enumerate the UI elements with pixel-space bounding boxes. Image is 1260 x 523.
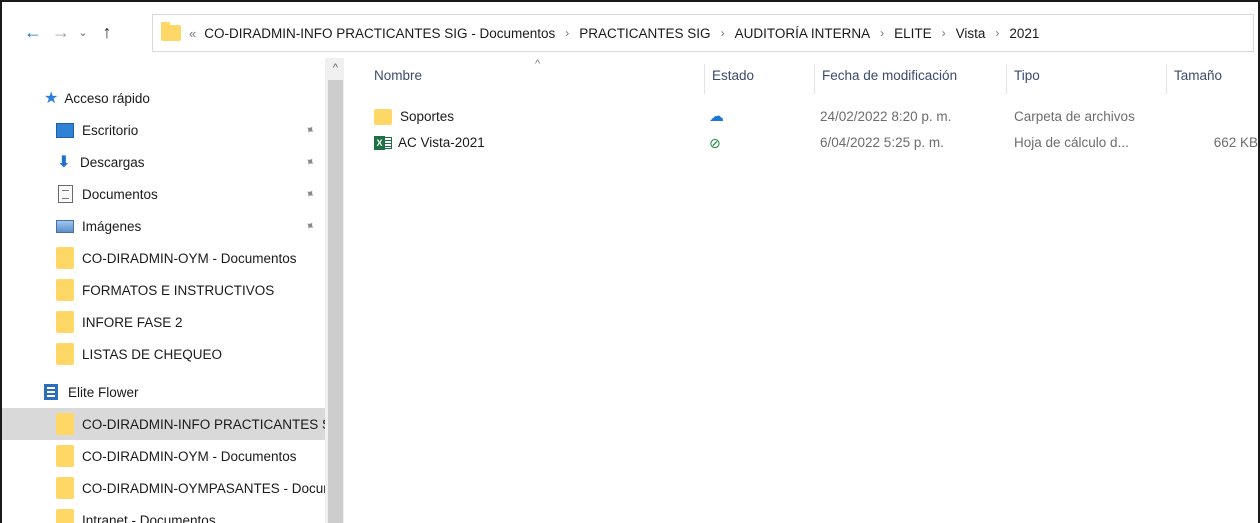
column-header-name[interactable]: Nombre [368, 68, 704, 92]
download-icon: ⬇ [57, 154, 71, 171]
sidebar-item-descargas[interactable]: ⬇ Descargas ✦ [2, 146, 325, 178]
breadcrumb-item[interactable]: PRACTICANTES SIG [579, 26, 710, 41]
column-header-size[interactable]: Tamaño [1168, 68, 1258, 92]
file-list-pane: ^ Nombre Estado Fecha de modificación Ti… [344, 58, 1260, 523]
sidebar-item-imagenes[interactable]: Imágenes ✦ [2, 210, 325, 242]
pin-icon[interactable]: ✦ [302, 153, 318, 170]
file-size: 662 KB [1213, 135, 1258, 150]
sidebar-item-co-diradmin-oympasantes[interactable]: CO-DIRADMIN-OYMPASANTES - Documentos [2, 472, 325, 504]
check-circle-icon: ⊘ [709, 135, 721, 151]
column-header-type[interactable]: Tipo [1008, 68, 1166, 92]
sidebar-item-label: Acceso rápido [64, 90, 150, 106]
sidebar-scrollbar[interactable]: ^ [325, 58, 344, 523]
file-modified-date: 6/04/2022 5:25 p. m. [820, 135, 944, 150]
column-separator[interactable] [704, 64, 705, 94]
breadcrumb-item[interactable]: 2021 [1009, 26, 1039, 41]
pin-icon[interactable]: ✦ [302, 217, 318, 234]
breadcrumb-separator-icon[interactable]: › [942, 26, 946, 40]
excel-icon: X [374, 135, 392, 152]
file-name: AC Vista-2021 [398, 135, 485, 150]
star-icon: ★ [44, 90, 59, 107]
file-row-ac-vista-2021[interactable]: X AC Vista-2021 ⊘ 6/04/2022 5:25 p. m. H… [374, 132, 1260, 154]
sidebar-item-intranet[interactable]: Intranet - Documentos [2, 504, 325, 523]
sidebar-item-label: Elite Flower [68, 384, 139, 400]
file-name-cell[interactable]: X AC Vista-2021 [374, 132, 704, 154]
column-separator[interactable] [1166, 64, 1167, 94]
sidebar-item-co-diradmin-oym-org[interactable]: CO-DIRADMIN-OYM - Documentos [2, 440, 325, 472]
breadcrumb-separator-icon[interactable]: › [880, 26, 884, 40]
sidebar-item-co-diradmin-info-practicantes[interactable]: CO-DIRADMIN-INFO PRACTICANTES SIG [2, 408, 325, 440]
file-modified-date: 24/02/2022 8:20 p. m. [820, 109, 952, 124]
file-type: Hoja de cálculo d... [1014, 135, 1129, 150]
sidebar-item-label: Escritorio [82, 122, 139, 138]
sidebar-item-escritorio[interactable]: Escritorio ✦ [2, 114, 325, 146]
sidebar-item-label: CO-DIRADMIN-OYM - Documentos [82, 448, 297, 464]
address-overflow-icon[interactable]: « [189, 26, 196, 41]
sidebar-item-label: CO-DIRADMIN-OYM - Documentos [82, 250, 297, 266]
breadcrumb-separator-icon[interactable]: › [721, 26, 725, 40]
organization-building-icon [44, 384, 58, 400]
file-name-cell[interactable]: Soportes [374, 106, 704, 128]
sidebar-item-label: Imágenes [82, 218, 142, 234]
folder-icon [161, 22, 181, 41]
file-type: Carpeta de archivos [1014, 109, 1135, 124]
column-header-modified[interactable]: Fecha de modificación [816, 68, 1006, 92]
folder-icon [56, 477, 74, 499]
column-separator[interactable] [814, 64, 815, 94]
folder-icon [374, 109, 392, 125]
folder-icon [56, 343, 74, 365]
folder-icon [56, 509, 74, 523]
sidebar-item-label: CO-DIRADMIN-OYMPASANTES - Documentos [82, 480, 325, 496]
images-icon [56, 219, 74, 233]
sidebar-item-elite-flower[interactable]: Elite Flower [2, 376, 325, 408]
folder-icon [56, 445, 74, 467]
navigation-bar: ← → ⌄ ↑ « CO-DIRADMIN-INFO PRACTICANTES … [0, 0, 1260, 58]
navigation-pane: ★ Acceso rápido Escritorio ✦ ⬇ Descargas… [0, 58, 344, 523]
sidebar-item-label: Descargas [80, 154, 145, 170]
desktop-icon [56, 122, 74, 138]
breadcrumb-separator-icon[interactable]: › [565, 26, 569, 40]
scroll-up-arrow-icon[interactable]: ^ [325, 62, 344, 74]
forward-arrow-icon[interactable]: → [50, 20, 72, 44]
pin-icon[interactable]: ✦ [302, 121, 318, 138]
sidebar-item-label: Intranet - Documentos [82, 512, 216, 523]
column-separator[interactable] [1006, 64, 1007, 94]
breadcrumb-item[interactable]: ELITE [894, 26, 932, 41]
file-row-soportes[interactable]: Soportes ☁ 24/02/2022 8:20 p. m. Carpeta… [374, 106, 1260, 128]
sidebar-item-infore-fase-2[interactable]: INFORE FASE 2 [2, 306, 325, 338]
address-bar[interactable]: « CO-DIRADMIN-INFO PRACTICANTES SIG - Do… [152, 14, 1254, 52]
folder-icon [56, 279, 74, 301]
scrollbar-thumb[interactable] [328, 80, 343, 523]
breadcrumb-item[interactable]: Vista [956, 26, 986, 41]
sidebar-item-label: FORMATOS E INSTRUCTIVOS [82, 282, 275, 298]
folder-icon [56, 413, 74, 435]
breadcrumb-separator-icon[interactable]: › [995, 26, 999, 40]
sidebar-item-quick-access[interactable]: ★ Acceso rápido [2, 82, 325, 114]
sidebar-item-label: LISTAS DE CHEQUEO [82, 346, 223, 362]
breadcrumb-item[interactable]: CO-DIRADMIN-INFO PRACTICANTES SIG - Docu… [204, 26, 555, 41]
file-name: Soportes [400, 109, 455, 124]
sidebar-item-label: Documentos [82, 186, 158, 202]
file-size [1172, 106, 1258, 128]
folder-icon [56, 247, 74, 269]
documents-icon [58, 185, 73, 203]
sidebar-item-co-diradmin-oym[interactable]: CO-DIRADMIN-OYM - Documentos [2, 242, 325, 274]
sidebar-item-listas-de-chequeo[interactable]: LISTAS DE CHEQUEO [2, 338, 325, 370]
breadcrumb-item[interactable]: AUDITORÍA INTERNA [735, 26, 871, 41]
sidebar-item-label: CO-DIRADMIN-INFO PRACTICANTES SIG [82, 416, 325, 432]
pin-icon[interactable]: ✦ [302, 185, 318, 202]
sidebar-item-documentos[interactable]: Documentos ✦ [2, 178, 325, 210]
recent-locations-chevron-icon[interactable]: ⌄ [74, 20, 92, 44]
cloud-icon: ☁ [709, 108, 724, 125]
folder-icon [56, 311, 74, 333]
sidebar-item-label: INFORE FASE 2 [82, 314, 183, 330]
column-header-status[interactable]: Estado [706, 68, 814, 92]
up-arrow-icon[interactable]: ↑ [96, 20, 118, 44]
back-arrow-icon[interactable]: ← [20, 20, 46, 44]
sidebar-item-formatos[interactable]: FORMATOS E INSTRUCTIVOS [2, 274, 325, 306]
